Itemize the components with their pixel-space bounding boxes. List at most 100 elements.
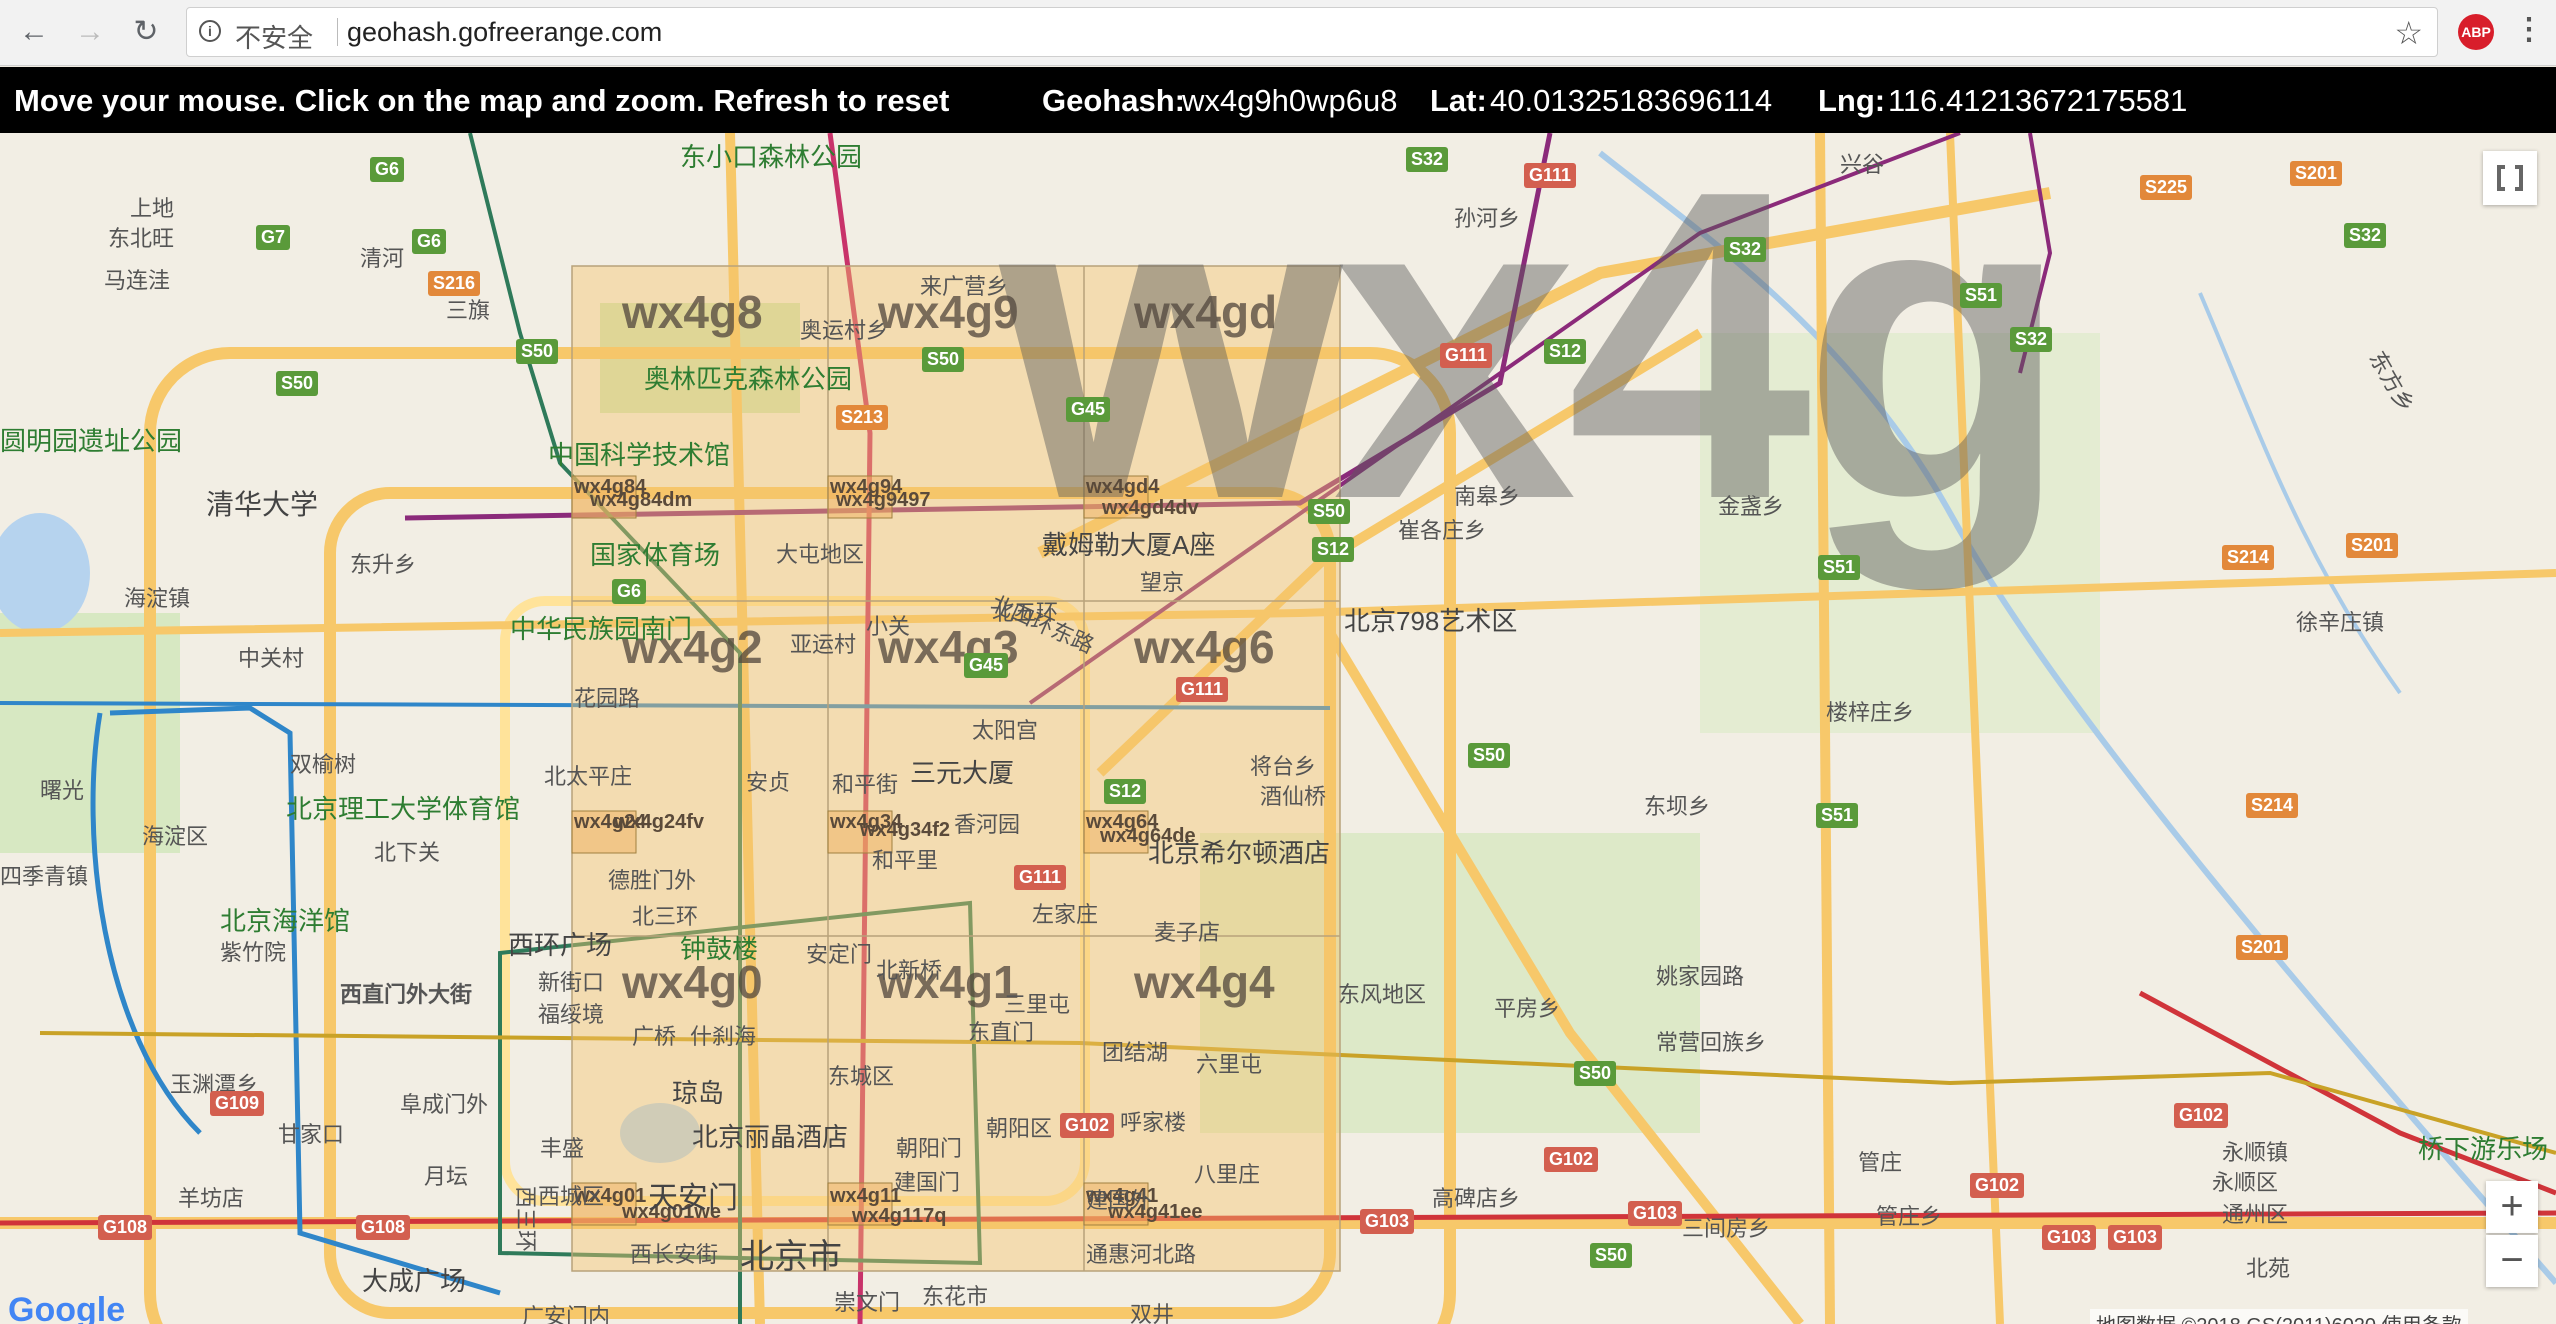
map-place-label: 清华大学 <box>206 489 319 520</box>
adblock-icon[interactable]: ABP <box>2458 14 2494 50</box>
map-canvas[interactable]: wx4g wx4g8 wx4g9 wx4gd wx4g2 wx4g3 wx4g6… <box>0 133 2556 1324</box>
map-place-label: 丰盛 <box>540 1136 585 1161</box>
road-shield: S225 <box>2140 175 2193 200</box>
map-place-label: 北京市 <box>740 1238 842 1276</box>
map-place-label: 三间房乡 <box>1682 1216 1771 1241</box>
map-place-label: 永顺区 <box>2212 1170 2279 1195</box>
map-place-label: 将台乡 <box>1250 754 1317 779</box>
geohash-subcell-label: wx4g24fv <box>614 811 705 833</box>
map-place-label: 呼家楼 <box>1120 1110 1187 1135</box>
road-shield: S216 <box>428 271 481 296</box>
road-shield: S32 <box>2344 223 2387 248</box>
map-place-label: 香河园 <box>954 812 1021 837</box>
map-place-label: 国家体育场 <box>590 540 721 570</box>
map-place-label: 德胜门外 <box>608 868 697 893</box>
map-place-label: 曙光 <box>40 778 85 803</box>
map-place-label: 北京希尔顿酒店 <box>1148 838 1331 868</box>
map-place-label: 马连洼 <box>104 268 171 293</box>
map-place-label: 麦子店 <box>1154 920 1221 945</box>
geohash-cell-label: wx4gd <box>1134 286 1278 338</box>
map-place-label: 望京 <box>1140 570 1185 595</box>
road-shield: S50 <box>1590 1243 1633 1268</box>
road-shield: G109 <box>210 1091 265 1116</box>
map-place-label: 东升乡 <box>350 552 417 577</box>
road-shield: S12 <box>1544 339 1587 364</box>
map-place-label: 北太平庄 <box>544 764 633 789</box>
road-shield: S51 <box>1818 555 1861 580</box>
road-shield: S32 <box>2010 327 2053 352</box>
browser-menu-icon[interactable]: ⋮ <box>2514 12 2544 47</box>
zoom-out-button[interactable]: − <box>2486 1235 2538 1287</box>
map-place-label: 八里庄 <box>1194 1162 1261 1187</box>
map-place-label: 三旗 <box>446 298 491 323</box>
map-place-label: 酒仙桥 <box>1260 784 1327 809</box>
geohash-value: wx4g9h0wp6u8 <box>1182 83 1398 118</box>
map-place-label: 西城区 <box>538 1184 605 1209</box>
road-shield: S214 <box>2246 793 2299 818</box>
road-shield: S12 <box>1104 779 1147 804</box>
security-label: 不安全 <box>235 23 314 53</box>
map-place-label: 管庄 <box>1858 1150 1903 1175</box>
map-place-label: 亚运村 <box>790 632 857 657</box>
map-place-label: 中华民族园南门 <box>510 614 693 644</box>
map-place-label: 东花市 <box>922 1284 989 1309</box>
map-place-label: 东风地区 <box>1338 982 1427 1007</box>
road-shield: S32 <box>1406 147 1449 172</box>
map-place-label: 北新桥 <box>876 958 943 983</box>
reload-button[interactable]: ↻ <box>128 14 164 50</box>
geohash-subcell-label: wx4gd4 <box>1086 476 1160 498</box>
map-place-label: 新街口 <box>538 970 605 995</box>
map-place-label: 中关村 <box>238 646 305 671</box>
address-separator <box>337 18 338 46</box>
forward-button[interactable]: → <box>72 14 108 50</box>
road-shield: S50 <box>276 371 319 396</box>
fullscreen-button[interactable] <box>2483 151 2537 205</box>
road-shield: S12 <box>1312 537 1355 562</box>
map-place-label: 福绥境 <box>538 1002 605 1027</box>
geohash-cell-label: wx4g6 <box>1134 621 1275 673</box>
map-place-label: 海淀镇 <box>124 586 191 611</box>
map-place-label: 广桥 <box>632 1024 677 1049</box>
road-shield: G102 <box>1970 1173 2025 1198</box>
map-place-label: 圆明园遗址公园 <box>0 426 183 456</box>
map-place-label: 安贞 <box>746 770 791 795</box>
map-place-label: 西长安街 <box>630 1242 719 1267</box>
browser-toolbar: ← → ↻ i 不安全 geohash.gofreerange.com ☆ AB… <box>0 0 2556 66</box>
google-logo: Google <box>8 1291 126 1324</box>
map-place-label: 孙河乡 <box>1454 206 1521 231</box>
map-place-label: 海淀区 <box>142 824 209 849</box>
geohash-label: Geohash: <box>1042 83 1185 118</box>
road-shield: S51 <box>1960 283 2003 308</box>
road-shield: G6 <box>370 157 405 182</box>
zoom-in-button[interactable]: + <box>2486 1181 2538 1233</box>
road-shield: G45 <box>964 653 1009 678</box>
geohash-subcell-label: wx4g84dm <box>590 489 693 511</box>
geohash-cell-label: wx4g4 <box>1134 956 1275 1008</box>
map-place-label: 北京海洋馆 <box>220 906 351 936</box>
bookmark-star-icon[interactable]: ☆ <box>2394 14 2423 52</box>
map-place-label: 东直门 <box>968 1020 1035 1045</box>
geohash-subcell-label: wx4g34f2 <box>860 819 951 841</box>
map-place-label: 团结湖 <box>1102 1040 1169 1065</box>
road-shield: S50 <box>1308 499 1351 524</box>
lat-value: 40.01325183696114 <box>1490 83 1773 118</box>
address-bar[interactable]: i 不安全 geohash.gofreerange.com ☆ <box>186 7 2438 57</box>
back-button[interactable]: ← <box>16 14 52 50</box>
road-shield: G102 <box>2174 1103 2229 1128</box>
map-place-label: 管庄乡 <box>1876 1204 1943 1229</box>
map-place-label: 大屯地区 <box>776 542 865 567</box>
map-place-label: 小关 <box>866 614 911 639</box>
map-place-label: 平房乡 <box>1494 996 1561 1021</box>
map-place-label: 姚家园路 <box>1656 964 1745 989</box>
road-shield: S50 <box>516 339 559 364</box>
info-icon[interactable]: i <box>199 20 221 42</box>
road-shield: S32 <box>1724 237 1767 262</box>
map-place-label: 金盏乡 <box>1718 494 1785 519</box>
map-place-label: 紫竹院 <box>220 940 287 965</box>
map-place-label: 北京798艺术区 <box>1344 606 1518 636</box>
url-text[interactable]: geohash.gofreerange.com <box>347 17 662 48</box>
road-shield: G6 <box>412 229 447 254</box>
map-place-label: 琼岛 <box>672 1078 725 1108</box>
road-shield: G108 <box>356 1215 411 1240</box>
map-attribution[interactable]: 地图数据 ©2018 GS(2011)6020 使用条款 <box>2090 1309 2468 1324</box>
